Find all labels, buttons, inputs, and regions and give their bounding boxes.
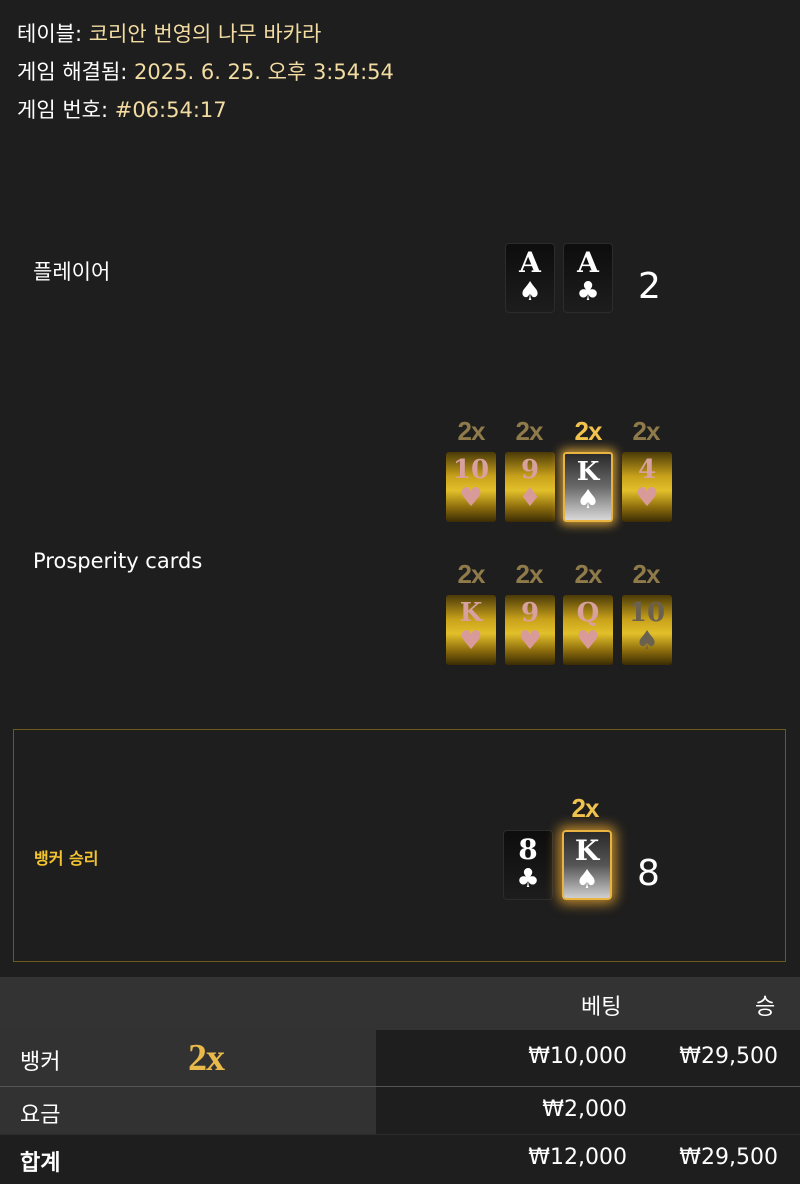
prosperity-label: Prosperity cards bbox=[33, 549, 203, 573]
prosperity-card: K ♥ bbox=[446, 595, 496, 665]
card-rank: 4 bbox=[637, 455, 657, 485]
card-rank: 10 bbox=[628, 598, 666, 628]
diamond-icon: ♦ bbox=[518, 483, 542, 513]
bet-table-header: 베팅 승 bbox=[0, 977, 800, 1030]
banker-card-1: 8 ♣ bbox=[503, 830, 553, 900]
bet-column-header: 베팅 bbox=[581, 995, 622, 1020]
spade-icon: ♠ bbox=[575, 865, 599, 895]
game-number-value: #06:54:17 bbox=[114, 98, 227, 122]
card-rank: 9 bbox=[520, 598, 540, 628]
table-value: 코리안 번영의 나무 바카라 bbox=[88, 22, 322, 46]
heart-icon: ♥ bbox=[459, 626, 483, 656]
table-row-total: 합계 ₩12,000 ₩29,500 bbox=[0, 1135, 800, 1184]
club-icon: ♣ bbox=[576, 277, 600, 307]
table-name-line: 테이블: 코리안 번영의 나무 바카라 bbox=[17, 21, 321, 47]
prosperity-multiplier: 2x bbox=[515, 559, 544, 589]
player-score: 2 bbox=[638, 266, 661, 307]
row-bet: ₩10,000 bbox=[528, 1044, 627, 1069]
prosperity-multiplier: 2x bbox=[515, 416, 544, 446]
table-label: 테이블: bbox=[17, 22, 83, 46]
heart-icon: ♥ bbox=[459, 483, 483, 513]
prosperity-card-matched: K ♠ bbox=[563, 452, 613, 522]
banker-card-2: K ♠ bbox=[562, 830, 612, 900]
win-column-header: 승 bbox=[755, 995, 776, 1020]
table-row: 뱅커 2x ₩10,000 ₩29,500 bbox=[0, 1030, 800, 1086]
prosperity-multiplier: 2x bbox=[457, 416, 486, 446]
banker-card-multiplier: 2x bbox=[571, 793, 600, 823]
game-number-label: 게임 번호: bbox=[17, 98, 109, 122]
heart-icon: ♥ bbox=[576, 626, 600, 656]
prosperity-card: 9 ♦ bbox=[505, 452, 555, 522]
prosperity-multiplier: 2x bbox=[632, 416, 661, 446]
row-win: ₩29,500 bbox=[679, 1145, 778, 1170]
prosperity-card: 4 ♥ bbox=[622, 452, 672, 522]
card-rank: 9 bbox=[520, 455, 540, 485]
player-label: 플레이어 bbox=[33, 260, 111, 284]
card-rank: Q bbox=[576, 598, 600, 628]
resolved-value: 2025. 6. 25. 오후 3:54:54 bbox=[134, 60, 394, 84]
banker-winner-box bbox=[13, 729, 786, 962]
row-bet: ₩2,000 bbox=[542, 1097, 627, 1122]
card-rank: A bbox=[577, 246, 599, 279]
game-number-line: 게임 번호: #06:54:17 bbox=[17, 97, 227, 123]
row-win: ₩29,500 bbox=[679, 1044, 778, 1069]
player-card-2: A ♣ bbox=[563, 243, 613, 313]
resolved-time-line: 게임 해결됨: 2025. 6. 25. 오후 3:54:54 bbox=[17, 59, 394, 85]
prosperity-multiplier-active: 2x bbox=[574, 416, 603, 446]
banker-win-label: 뱅커 승리 bbox=[34, 849, 99, 868]
card-rank: K bbox=[459, 598, 483, 628]
prosperity-multiplier: 2x bbox=[457, 559, 486, 589]
card-rank: 8 bbox=[518, 833, 538, 866]
spade-icon: ♠ bbox=[576, 485, 600, 515]
prosperity-card: 9 ♥ bbox=[505, 595, 555, 665]
prosperity-card: 10 ♠ bbox=[622, 595, 672, 665]
prosperity-card: Q ♥ bbox=[563, 595, 613, 665]
club-icon: ♣ bbox=[516, 864, 540, 894]
prosperity-card: 10 ♥ bbox=[446, 452, 496, 522]
row-bet: ₩12,000 bbox=[528, 1145, 627, 1170]
heart-icon: ♥ bbox=[635, 483, 659, 513]
resolved-label: 게임 해결됨: bbox=[17, 60, 128, 84]
card-rank: K bbox=[574, 834, 600, 867]
spade-icon: ♠ bbox=[635, 626, 659, 656]
row-label: 합계 bbox=[20, 1151, 61, 1176]
spade-icon: ♠ bbox=[518, 277, 542, 307]
prosperity-multiplier: 2x bbox=[632, 559, 661, 589]
banker-score: 8 bbox=[637, 853, 660, 894]
row-label: 뱅커 bbox=[20, 1050, 61, 1075]
prosperity-multiplier: 2x bbox=[574, 559, 603, 589]
card-rank: 10 bbox=[452, 455, 490, 485]
heart-icon: ♥ bbox=[518, 626, 542, 656]
card-rank: K bbox=[576, 457, 600, 487]
table-row: 요금 ₩2,000 bbox=[0, 1087, 800, 1134]
row-label: 요금 bbox=[20, 1103, 61, 1128]
player-card-1: A ♠ bbox=[505, 243, 555, 313]
card-rank: A bbox=[519, 246, 541, 279]
row-multiplier: 2x bbox=[188, 1037, 225, 1079]
